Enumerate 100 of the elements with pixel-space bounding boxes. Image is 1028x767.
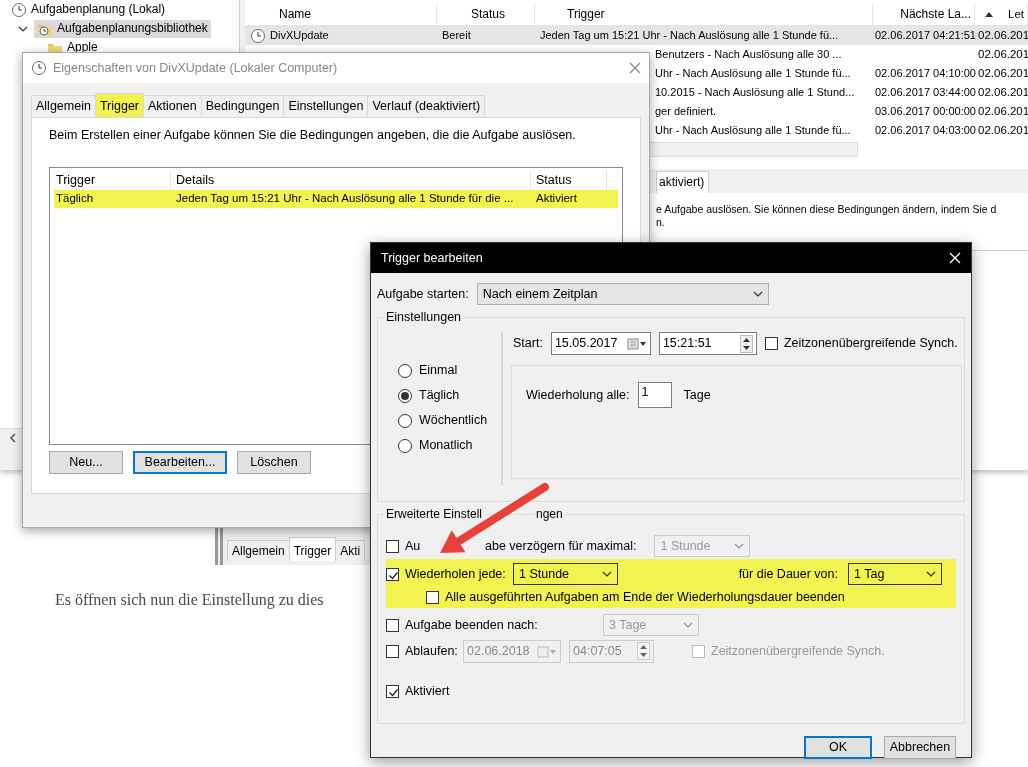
checkbox[interactable] [386,539,399,553]
checkbox-label: Zeitzonenübergreifende Synch. [783,336,958,351]
option-label: Täglich [419,388,460,403]
table-cell-text: 02.06.201 [977,28,1028,43]
checkbox[interactable] [426,591,439,604]
tab[interactable]: Trigger [94,93,145,117]
checkbox[interactable] [764,337,778,350]
time-field[interactable]: 15:21:51 [658,332,757,355]
table-cell-text: Täglich [55,192,95,206]
field-label: Start: [513,336,543,351]
table-row[interactable]: DivXUpdate Bereit Jeden Tag um 15:21 Uhr - Nach Auslösung alle 1 Stunde fü... 02.06.2017 04:21:51 02.06.201 [245,26,1028,45]
dropdown-value: 1 Stunde [519,566,570,582]
checkbox[interactable] [386,567,399,581]
table-cell-text: 02.06.2017 03:44:00 [874,85,975,100]
dropdown[interactable]: 1 Stunde [513,563,618,585]
table-cell: Benutzers - Nach Auslösung alle 30 ... [655,47,842,60]
spinner-control[interactable] [739,334,753,353]
chevron-down-icon [926,569,936,579]
group-label: Erweiterte Einstell [384,507,485,521]
table-cell-text: 02.06.2017 04:03:00 [874,123,975,138]
dropdown-value: 1 Tag [854,566,885,582]
radio-option[interactable]: Wöchentlich [398,408,501,433]
clock-icon [31,60,47,76]
chevron-down-icon [752,289,763,299]
table-row[interactable]: Täglich Jeden Tag um 15:21 Uhr - Nach Auslösung alle 1 Stunde für die ... Aktiviert [54,190,618,208]
description-text: Beim Erstellen einer Aufgabe können Sie die Bedingungen angeben, die die Aufgabe auslösen. [49,128,577,143]
text-line: e Aufgabe auslösen. Sie können diese Bedingungen ändern, indem Sie d [656,203,998,216]
button[interactable]: Abbrechen [884,736,956,759]
tree-item[interactable]: Aufgabenplanungsbibliothek [34,19,211,38]
column-header[interactable]: Let [975,3,1028,26]
button[interactable]: Löschen [237,451,311,474]
dropdown[interactable]: Nach einem Zeitplan [476,283,769,305]
table-cell-text: 02.06.2017 04:10:00 [874,66,975,81]
checkbox[interactable] [386,684,399,698]
radio-button[interactable] [398,413,412,428]
text-line: n. [656,215,666,229]
chevron-down-icon [683,620,693,630]
table-cell-text: Jeden Tag um 15:21 Uhr - Nach Auslösung alle 1 Stunde für die ... [175,192,515,206]
window-title: Eigenschaften von DivXUpdate (Lokaler Computer) [53,60,339,76]
checkbox-label: abe verzögern für maximal: [485,538,637,554]
button[interactable]: Bearbeiten... [133,451,227,474]
checkbox-label: Zeitzonenübergreifende Synch. [711,643,885,659]
checkbox-label: Au [405,538,422,554]
group-label: Einstellungen [384,310,464,324]
table-cell-text: 02.06.201 [977,85,1028,100]
checkbox-label: Ablaufen: [405,643,457,659]
field-label: für die Dauer von: [738,566,838,582]
unit-label: Tage [683,387,711,403]
tree-item[interactable]: Aufgabenplanung (Lokal) [8,0,169,19]
table-cell-text: 02.06.201 [977,47,1028,62]
dropdown[interactable]: 1 Tag [848,563,942,585]
tab[interactable]: Allgemein [31,95,96,117]
dropdown-value: 3 Tage [609,617,647,633]
column-header[interactable]: Name [245,3,437,26]
radio-option[interactable]: Monatlich [398,433,501,458]
chevron-down-icon [602,569,612,579]
table-cell-text: 02.06.201 [977,104,1028,119]
radio-option[interactable]: Täglich [398,383,501,408]
radio-option[interactable]: Einmal [398,358,501,383]
spinner-control [637,642,650,660]
column-header[interactable]: Trigger [535,3,873,26]
table-cell-text: Bereit [441,28,472,43]
option-label: Wöchentlich [419,413,488,428]
field-label: Wiederholung alle: [526,387,630,403]
tab[interactable]: Verlauf (deaktiviert) [367,95,486,117]
table-cell-text: Aktiviert [535,192,578,206]
time-field: 04:07:05 [569,639,654,663]
tab[interactable]: Allgemein [227,539,290,561]
table-cell: Uhr - Nach Auslösung alle 1 Stunde fü... [655,123,851,136]
checkbox[interactable] [386,644,399,658]
calendar-icon [537,644,557,658]
checkbox[interactable] [386,618,399,632]
table-cell: ger definiert. [655,104,717,117]
dropdown-value: Nach einem Zeitplan [482,286,598,302]
table-cell: DivXUpdate [270,28,329,43]
radio-button[interactable] [398,388,412,403]
clock-icon [250,27,266,44]
number-field[interactable]: 1 [637,382,672,408]
option-label: Monatlich [419,438,473,453]
tab[interactable]: aktiviert) [656,170,710,193]
table-cell-text: 02.06.201 [977,66,1028,81]
dropdown-value: 1 Stunde [660,538,711,554]
checkbox-label: Wiederholen jede: [405,566,507,582]
date-field[interactable]: 15.05.2017 [550,332,651,355]
calendar-icon[interactable] [626,337,647,350]
chevron-down-icon [734,541,745,551]
option-label: Einmal [419,363,458,378]
column-header[interactable]: Status [437,3,535,26]
tab[interactable]: Akti [335,539,366,561]
radio-button[interactable] [398,438,412,453]
tab[interactable]: Trigger [288,536,337,561]
table-cell: Uhr - Nach Auslösung alle 1 Stunde fü... [655,66,851,79]
button[interactable]: Neu... [49,451,123,474]
checkbox-label: Aufgabe beenden nach: [405,617,539,633]
table-cell-text: 03.06.2017 00:00:00 [874,104,975,119]
column-header[interactable]: Nächste La... [873,3,975,26]
checkbox-label: Alle ausgeführten Aufgaben am Ende der Wiederholungsdauer beenden [445,590,845,605]
table-cell: Jeden Tag um 15:21 Uhr - Nach Auslösung alle 1 Stunde fü... [540,28,839,41]
button[interactable]: OK [804,736,872,759]
radio-button[interactable] [398,363,412,378]
